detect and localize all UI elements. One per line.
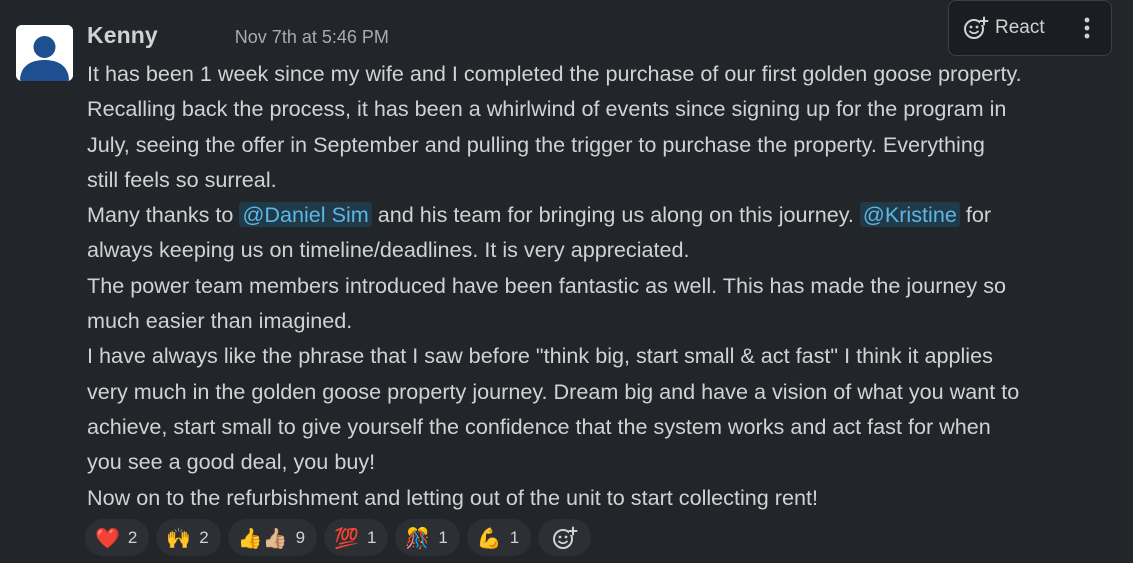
message-line: Many thanks to @Daniel Sim and his team … xyxy=(87,197,1127,232)
mention-daniel-sim[interactable]: @Daniel Sim xyxy=(239,202,372,228)
text-segment: and his team for bringing us along on th… xyxy=(371,202,860,228)
add-emoji-icon xyxy=(963,15,989,41)
react-label: React xyxy=(995,17,1045,38)
reaction-count: 2 xyxy=(127,527,138,547)
message-line: It has been 1 week since my wife and I c… xyxy=(87,61,1022,86)
add-emoji-icon xyxy=(552,526,578,549)
mention-kristine[interactable]: @Kristine xyxy=(859,202,960,228)
message-line: achieve, start small to give yourself th… xyxy=(87,413,991,439)
raised-hands-icon: 🙌 xyxy=(166,525,192,550)
reaction-count: 1 xyxy=(366,527,377,547)
message-line: I have always like the phrase that I saw… xyxy=(87,343,993,369)
message-line: always keeping us on timeline/deadlines.… xyxy=(87,237,690,263)
text-segment: for xyxy=(959,202,992,228)
reactions-bar: ❤️ 2 🙌 2 👍👍🏼 9 💯 1 🎊 1 💪 1 xyxy=(85,519,592,556)
more-actions-button[interactable] xyxy=(1077,7,1097,49)
add-reaction-button[interactable] xyxy=(538,519,592,556)
message-line: Recalling back the process, it has been … xyxy=(87,96,1007,122)
reaction-count: 1 xyxy=(509,527,520,547)
more-vertical-icon xyxy=(1084,17,1090,39)
message-line: still feels so surreal. xyxy=(87,166,277,192)
message-body: It has been 1 week since my wife and I c… xyxy=(87,56,1127,515)
text-segment: Many thanks to xyxy=(87,202,240,228)
reaction-flexed-biceps[interactable]: 💪 1 xyxy=(466,519,532,556)
author-name[interactable]: Kenny xyxy=(87,22,158,49)
message-line: The power team members introduced have b… xyxy=(87,272,1007,298)
reaction-thumbs-up[interactable]: 👍👍🏼 9 xyxy=(227,519,318,556)
reaction-count: 2 xyxy=(199,527,209,547)
reaction-heart[interactable]: ❤️ 2 xyxy=(85,519,150,556)
message-line: very much in the golden goose property j… xyxy=(87,378,1020,404)
avatar[interactable] xyxy=(16,25,73,81)
reaction-count: 1 xyxy=(438,527,448,547)
user-avatar-icon xyxy=(16,25,73,81)
thumbs-up-icon: 👍👍🏼 xyxy=(237,525,288,550)
reaction-raised-hands[interactable]: 🙌 2 xyxy=(156,519,221,556)
react-button[interactable]: React xyxy=(963,7,1045,49)
message-line: Now on to the refurbishment and letting … xyxy=(87,484,819,510)
reaction-count: 9 xyxy=(295,527,306,547)
flexed-biceps-icon: 💪 xyxy=(476,525,502,550)
hundred-icon: 💯 xyxy=(334,525,359,550)
reaction-confetti[interactable]: 🎊 1 xyxy=(395,519,460,556)
message-line: July, seeing the offer in September and … xyxy=(87,131,985,157)
reaction-hundred[interactable]: 💯 1 xyxy=(324,519,389,556)
message-line: you see a good deal, you buy! xyxy=(87,449,376,475)
confetti-icon: 🎊 xyxy=(405,525,431,550)
message-actions: React xyxy=(948,0,1112,56)
message-line: much easier than imagined. xyxy=(87,308,353,334)
message-header: Kenny Nov 7th at 5:46 PM xyxy=(87,22,389,52)
heart-icon: ❤️ xyxy=(95,525,120,550)
message-container: Kenny Nov 7th at 5:46 PM React It has be… xyxy=(0,0,1133,563)
message-timestamp[interactable]: Nov 7th at 5:46 PM xyxy=(235,27,389,48)
